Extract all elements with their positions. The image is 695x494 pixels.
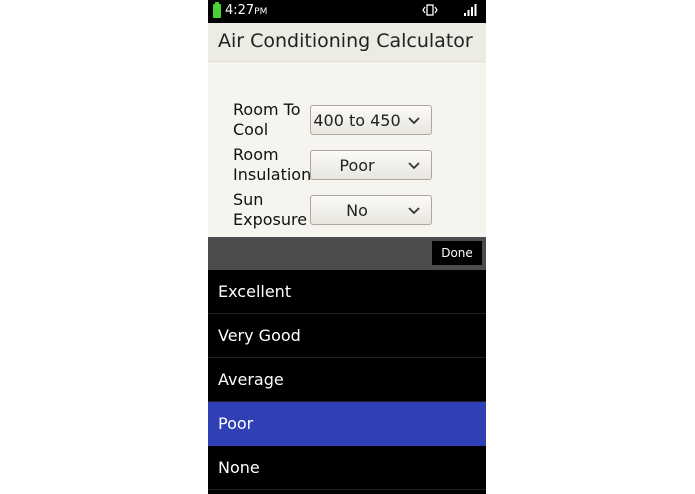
- phone-screen: 4:27PM Air Conditioning Calculator Room …: [208, 0, 486, 494]
- room-to-cool-label: Room To Cool: [233, 100, 301, 139]
- room-insulation-value: Poor: [339, 156, 375, 175]
- chevron-down-icon: [408, 207, 420, 215]
- page-title: Air Conditioning Calculator: [218, 30, 473, 52]
- picker-options-list: Excellent Very Good Average Poor None: [208, 270, 486, 494]
- app-title-bar: Air Conditioning Calculator: [208, 23, 486, 62]
- room-to-cool-row: Room To Cool 400 to 450: [233, 100, 473, 142]
- picker-option-average[interactable]: Average: [208, 358, 486, 402]
- sun-exposure-select[interactable]: No: [310, 195, 432, 225]
- picker-toolbar: Done: [208, 237, 486, 270]
- room-insulation-select[interactable]: Poor: [310, 150, 432, 180]
- chevron-down-icon: [408, 117, 420, 125]
- room-to-cool-select[interactable]: 400 to 450: [310, 105, 432, 135]
- sun-exposure-label: Sun Exposure: [233, 190, 308, 229]
- picker-option-none[interactable]: None: [208, 446, 486, 490]
- picker-option-poor[interactable]: Poor: [208, 402, 486, 446]
- clock-time: 4:27: [225, 3, 255, 18]
- room-insulation-row: Room Insulation Poor: [233, 145, 473, 187]
- chevron-down-icon: [408, 162, 420, 170]
- status-clock: 4:27PM: [225, 3, 267, 20]
- done-button[interactable]: Done: [432, 241, 482, 265]
- vibrate-icon: [422, 3, 438, 21]
- sun-exposure-row: Sun Exposure No: [233, 190, 473, 232]
- signal-icon: [463, 3, 477, 21]
- room-insulation-label: Room Insulation: [233, 145, 312, 184]
- battery-icon: [213, 2, 221, 18]
- picker-option-excellent[interactable]: Excellent: [208, 270, 486, 314]
- clock-ampm: PM: [254, 7, 268, 17]
- picker-option-very-good[interactable]: Very Good: [208, 314, 486, 358]
- room-to-cool-value: 400 to 450: [313, 111, 401, 130]
- sun-exposure-value: No: [346, 201, 368, 220]
- status-bar: 4:27PM: [208, 0, 486, 23]
